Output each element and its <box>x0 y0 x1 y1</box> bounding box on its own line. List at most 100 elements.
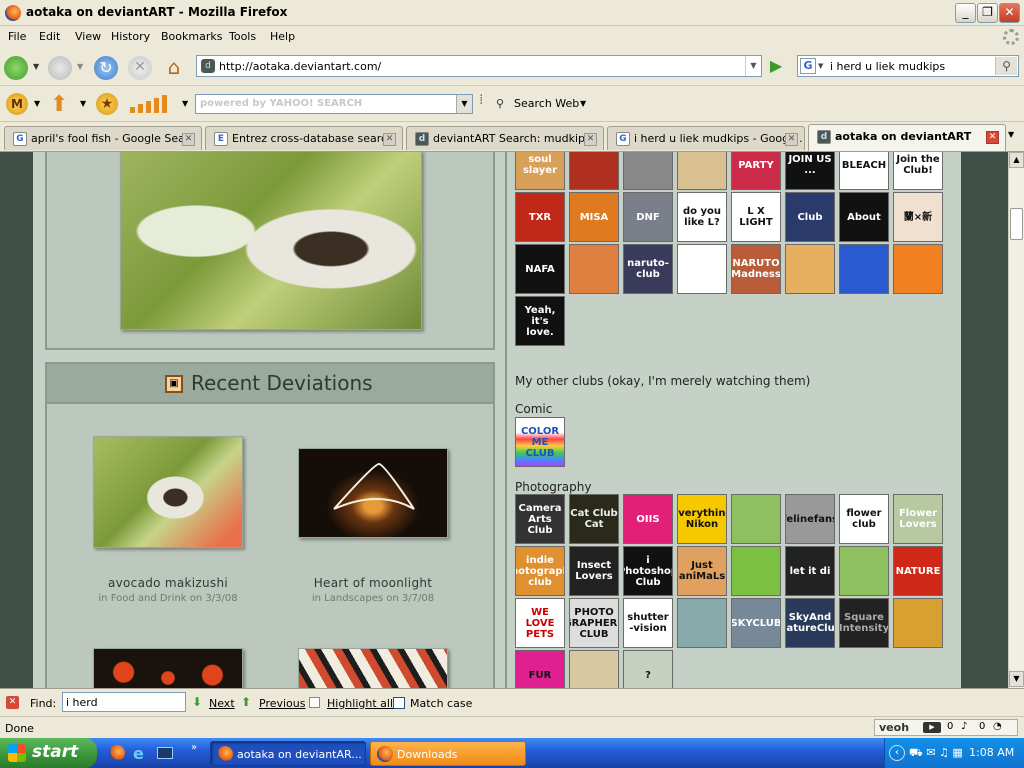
menu-help[interactable]: Help <box>270 30 295 43</box>
deviation-subtitle[interactable]: in Food and Drink on 3/3/08 <box>67 593 269 604</box>
home-icon[interactable]: ⌂ <box>162 56 186 80</box>
star-icon[interactable]: ★ <box>96 93 118 115</box>
club-icon[interactable]: Club <box>785 192 835 242</box>
stop-icon[interactable]: ✕ <box>128 56 152 80</box>
menu-history[interactable]: History <box>111 30 150 43</box>
tray-icons[interactable]: ⛟ ✉ ♫ ▦ <box>909 746 963 761</box>
veoh-widget[interactable]: veoh ▶ 0 ♪ 0 ◔ <box>874 719 1018 736</box>
menu-edit[interactable]: Edit <box>39 30 60 43</box>
tab-close-icon[interactable]: ✕ <box>785 133 798 146</box>
tab-mudkips-google[interactable]: G i herd u liek mudkips - Googl... ✕ <box>607 126 805 150</box>
find-close-icon[interactable]: ✕ <box>6 696 19 709</box>
club-icon[interactable]: ? <box>623 650 673 688</box>
go-button[interactable]: ▶ <box>766 56 786 76</box>
next-arrow-icon[interactable]: ⬇ <box>192 695 202 709</box>
tray-expand-icon[interactable]: ‹ <box>889 745 905 761</box>
yahoo-search-dropdown-icon[interactable]: ▼ <box>456 95 472 113</box>
club-icon[interactable]: About <box>839 192 889 242</box>
deviation-subtitle[interactable]: in Landscapes on 3/7/08 <box>272 593 474 604</box>
club-icon[interactable] <box>839 244 889 294</box>
club-icon[interactable]: felinefans <box>785 494 835 544</box>
up-dropdown-icon[interactable]: ▼ <box>80 99 86 108</box>
start-button[interactable]: start <box>0 738 97 768</box>
club-icon[interactable] <box>893 598 943 648</box>
club-icon[interactable]: NARUTO Madness <box>731 244 781 294</box>
club-icon[interactable]: NATURE <box>893 546 943 596</box>
club-icon[interactable]: DNF <box>623 192 673 242</box>
club-icon[interactable]: Join the Club! <box>893 152 943 190</box>
club-icon[interactable]: shutter -vision <box>623 598 673 648</box>
address-dropdown-icon[interactable]: ▼ <box>745 56 761 76</box>
forward-button[interactable] <box>48 56 72 80</box>
match-case-checkbox[interactable] <box>393 697 405 709</box>
forward-dropdown-icon[interactable]: ▼ <box>77 62 83 71</box>
ie-quicklaunch-icon[interactable]: e <box>133 744 144 763</box>
quicklaunch-more-icon[interactable]: » <box>191 742 197 753</box>
thumb-sushi-rolls[interactable] <box>298 648 448 688</box>
taskbar-item-downloads[interactable]: Downloads <box>370 741 526 766</box>
club-icon[interactable]: do you like L? <box>677 192 727 242</box>
club-icon[interactable] <box>731 546 781 596</box>
highlight-all-button[interactable]: Highlight all <box>327 697 393 710</box>
menu-view[interactable]: View <box>75 30 101 43</box>
club-icon[interactable]: PHOTO GRAPHERS CLUB <box>569 598 619 648</box>
scroll-thumb[interactable] <box>1010 208 1023 240</box>
club-icon[interactable]: TXR <box>515 192 565 242</box>
vertical-scrollbar[interactable]: ▲ ▼ <box>1008 152 1024 688</box>
search-engine-icon[interactable]: G <box>800 58 816 74</box>
engine-dropdown-icon[interactable]: ▼ <box>818 62 823 70</box>
club-icon[interactable] <box>677 598 727 648</box>
club-icon[interactable] <box>677 244 727 294</box>
reload-icon[interactable]: ↻ <box>94 56 118 80</box>
tab-list-icon[interactable]: ▼ <box>1008 130 1014 139</box>
club-icon[interactable] <box>839 546 889 596</box>
club-icon[interactable]: NAFA <box>515 244 565 294</box>
search-web-button[interactable]: Search Web <box>514 97 579 110</box>
match-case-label[interactable]: Match case <box>410 697 472 710</box>
close-button[interactable]: ✕ <box>999 3 1020 23</box>
club-icon[interactable]: Just aniMaLs <box>677 546 727 596</box>
tab-april-fool-fish[interactable]: G april's fool fish - Google Sea... ✕ <box>4 126 202 150</box>
tab-close-icon[interactable]: ✕ <box>584 133 597 146</box>
club-icon[interactable]: let it di <box>785 546 835 596</box>
club-icon[interactable]: Camera Arts Club <box>515 494 565 544</box>
highlight-icon[interactable] <box>309 697 320 708</box>
find-previous-button[interactable]: Previous <box>259 697 306 710</box>
search-web-dropdown-icon[interactable]: ▼ <box>580 99 586 108</box>
back-dropdown-icon[interactable]: ▼ <box>33 62 39 71</box>
deviation-title[interactable]: Heart of moonlight <box>272 576 474 590</box>
club-icon[interactable] <box>569 650 619 688</box>
club-icon[interactable] <box>731 494 781 544</box>
club-icon[interactable] <box>569 152 619 190</box>
previous-arrow-icon[interactable]: ⬆ <box>241 695 251 709</box>
club-icon[interactable]: PARTY <box>731 152 781 190</box>
club-icon[interactable] <box>893 244 943 294</box>
club-icon[interactable] <box>677 152 727 190</box>
search-icon[interactable]: ⚲ <box>995 57 1017 75</box>
club-icon[interactable]: Yeah, it's love. <box>515 296 565 346</box>
scroll-down-icon[interactable]: ▼ <box>1009 671 1024 687</box>
taskbar-item-firefox[interactable]: aotaka on deviantAR... <box>210 741 366 766</box>
menu-file[interactable]: File <box>8 30 26 43</box>
scroll-up-icon[interactable]: ▲ <box>1009 152 1024 168</box>
club-icon[interactable]: Cat Club Cat <box>569 494 619 544</box>
club-icon[interactable]: WE LOVE PETS <box>515 598 565 648</box>
maximize-button[interactable]: ❐ <box>977 3 998 23</box>
back-button[interactable] <box>4 56 28 80</box>
yahoo-search-input[interactable]: powered by YAHOO! SEARCH ▼ <box>195 94 473 114</box>
club-icon[interactable]: flower club <box>839 494 889 544</box>
club-icon[interactable]: i Photoshop Club <box>623 546 673 596</box>
tab-deviantart-search[interactable]: d deviantART Search: mudkips ✕ <box>406 126 604 150</box>
search-box[interactable]: G ▼ i herd u liek mudkips ⚲ <box>797 55 1019 77</box>
club-icon[interactable] <box>569 244 619 294</box>
club-icon[interactable]: Everything Nikon <box>677 494 727 544</box>
club-icon[interactable]: Flower Lovers <box>893 494 943 544</box>
club-icon[interactable]: JOIN US ... <box>785 152 835 190</box>
club-icon[interactable]: soul slayer <box>515 152 565 190</box>
find-next-button[interactable]: Next <box>209 697 235 710</box>
thumb-avocado[interactable] <box>93 436 243 548</box>
tab-entrez[interactable]: E Entrez cross-database search ✕ <box>205 126 403 150</box>
menu-bookmarks[interactable]: Bookmarks <box>161 30 222 43</box>
featured-image[interactable] <box>120 152 422 330</box>
signal-dropdown-icon[interactable]: ▼ <box>182 99 188 108</box>
